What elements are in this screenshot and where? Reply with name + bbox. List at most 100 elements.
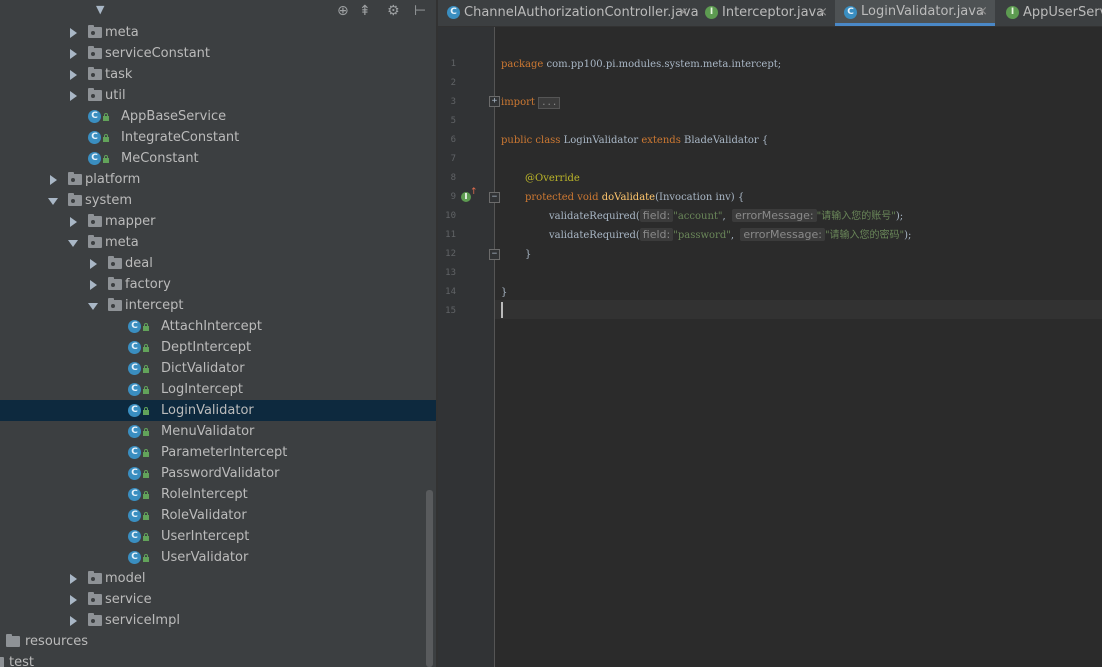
tab-app-user-service[interactable]: I AppUserServi [997, 0, 1102, 26]
tree-item-class[interactable]: C UserIntercept [0, 526, 436, 547]
tree-item-class[interactable]: C DictValidator [0, 358, 436, 379]
package-icon [108, 256, 122, 269]
tree-item-label: service [105, 592, 152, 607]
code-line-6[interactable]: public class LoginValidator extends Blad… [501, 135, 768, 147]
class-icon: C [128, 488, 141, 501]
tree-item-class[interactable]: C RoleIntercept [0, 484, 436, 505]
class-icon: C [128, 530, 141, 543]
tree-item-class[interactable]: C PasswordValidator [0, 463, 436, 484]
code-line-1[interactable]: package com.pp100.pi.modules.system.meta… [501, 59, 781, 71]
tree-item-class[interactable]: C MenuValidator [0, 421, 436, 442]
gear-icon[interactable]: ⚙ [387, 2, 400, 20]
class-icon: C [128, 425, 141, 438]
tab-label: AppUserServi [1023, 5, 1102, 20]
code-line-3[interactable]: import ... [501, 97, 561, 109]
code-line-12[interactable]: } [525, 249, 531, 261]
code-editor: C ChannelAuthorizationController.java × … [438, 0, 1102, 667]
fold-collapse-icon[interactable]: − [489, 192, 500, 203]
expanded-arrow-icon[interactable] [88, 295, 100, 316]
editor-tab-bar: C ChannelAuthorizationController.java × … [438, 0, 1102, 27]
code-line-9[interactable]: protected void doValidate(Invocation inv… [525, 192, 744, 204]
tree-item-package[interactable]: resources [0, 631, 436, 652]
project-view-dropdown-icon[interactable]: ▼ [96, 3, 104, 16]
tree-item-class[interactable]: C AppBaseService [0, 106, 436, 127]
expanded-arrow-icon[interactable] [48, 190, 60, 211]
tree-item-package[interactable]: meta [0, 232, 436, 253]
collapsed-arrow-icon[interactable] [68, 85, 80, 106]
tree-item-package[interactable]: mapper [0, 211, 436, 232]
code-line-10[interactable]: validateRequired(field: "account", errorM… [549, 209, 903, 223]
collapsed-arrow-icon[interactable] [68, 22, 80, 43]
package-icon [88, 25, 102, 38]
collapsed-arrow-icon[interactable] [88, 253, 100, 274]
method-call: validateRequired( [549, 211, 640, 222]
tree-item-class[interactable]: C MeConstant [0, 148, 436, 169]
tree-item-label: serviceImpl [105, 613, 180, 628]
fold-expand-icon[interactable]: + [489, 96, 500, 107]
code-line-8[interactable]: @Override [525, 173, 580, 185]
collapsed-arrow-icon[interactable] [68, 568, 80, 589]
tree-item-package[interactable]: deal [0, 253, 436, 274]
locate-file-icon[interactable]: ⊕ [337, 2, 349, 20]
close-icon[interactable]: × [817, 0, 828, 26]
class-icon: C [128, 509, 141, 522]
param-hint: field: [639, 228, 674, 241]
close-icon[interactable]: × [977, 0, 988, 24]
tree-item-label: RoleIntercept [161, 487, 248, 502]
access-icon [103, 134, 109, 142]
folded-imports[interactable]: ... [538, 97, 561, 109]
tree-item-package[interactable]: platform [0, 169, 436, 190]
collapsed-arrow-icon[interactable] [48, 169, 60, 190]
tree-item-package[interactable]: intercept [0, 295, 436, 316]
tree-item-class[interactable]: C DeptIntercept [0, 337, 436, 358]
collapsed-arrow-icon[interactable] [68, 64, 80, 85]
tree-item-class[interactable]: C LogIntercept [0, 379, 436, 400]
tree-item-class[interactable]: C ParameterIntercept [0, 442, 436, 463]
tree-item-package[interactable]: test [0, 652, 436, 667]
access-icon [143, 407, 149, 415]
package-icon [108, 298, 122, 311]
tree-item-label: deal [125, 256, 153, 271]
tab-login-validator[interactable]: C LoginValidator.java × [835, 0, 995, 26]
collapsed-arrow-icon[interactable] [68, 43, 80, 64]
tree-item-package[interactable]: util [0, 85, 436, 106]
tree-item-package[interactable]: system [0, 190, 436, 211]
tree-item-package[interactable]: task [0, 64, 436, 85]
tree-item-class[interactable]: C AttachIntercept [0, 316, 436, 337]
tree-item-package[interactable]: model [0, 568, 436, 589]
collapsed-arrow-icon[interactable] [68, 211, 80, 232]
tree-item-package[interactable]: serviceConstant [0, 43, 436, 64]
close-icon[interactable]: × [678, 0, 689, 26]
code-line-11[interactable]: validateRequired(field: "password", error… [549, 228, 911, 242]
code-line-14[interactable]: } [501, 287, 507, 299]
collapsed-arrow-icon[interactable] [88, 274, 100, 295]
line-number: 3 [450, 97, 456, 107]
collapse-all-icon[interactable]: ⇞ [359, 2, 371, 20]
package-icon [68, 193, 82, 206]
tab-channel-authorization-controller[interactable]: C ChannelAuthorizationController.java × [438, 0, 699, 26]
package-icon [88, 235, 102, 248]
package-name: com.pp100.pi.modules.system.meta.interce… [543, 59, 782, 70]
tree-scrollbar[interactable] [426, 490, 433, 667]
tree-item-package[interactable]: factory [0, 274, 436, 295]
tree-item-class[interactable]: C RoleValidator [0, 505, 436, 526]
class-icon: C [128, 404, 141, 417]
keyword: protected void [525, 192, 599, 203]
tree-item-package[interactable]: meta [0, 22, 436, 43]
collapsed-arrow-icon[interactable] [68, 610, 80, 631]
tree-item-class[interactable]: C IntegrateConstant [0, 127, 436, 148]
expanded-arrow-icon[interactable] [68, 232, 80, 253]
tab-label: LoginValidator.java [861, 4, 984, 19]
tab-interceptor[interactable]: I Interceptor.java × [696, 0, 835, 26]
tree-item-package[interactable]: serviceImpl [0, 610, 436, 631]
tree-item-label: UserValidator [161, 550, 249, 565]
tree-item-class[interactable]: C LoginValidator [0, 400, 436, 421]
tree-item-class[interactable]: C UserValidator [0, 547, 436, 568]
access-icon [143, 428, 149, 436]
collapsed-arrow-icon[interactable] [68, 589, 80, 610]
gutter-separator [494, 27, 495, 667]
class-icon: C [128, 341, 141, 354]
tree-item-package[interactable]: service [0, 589, 436, 610]
hide-panel-icon[interactable]: ⊢ [414, 2, 426, 20]
fold-end-icon[interactable]: − [489, 249, 500, 260]
